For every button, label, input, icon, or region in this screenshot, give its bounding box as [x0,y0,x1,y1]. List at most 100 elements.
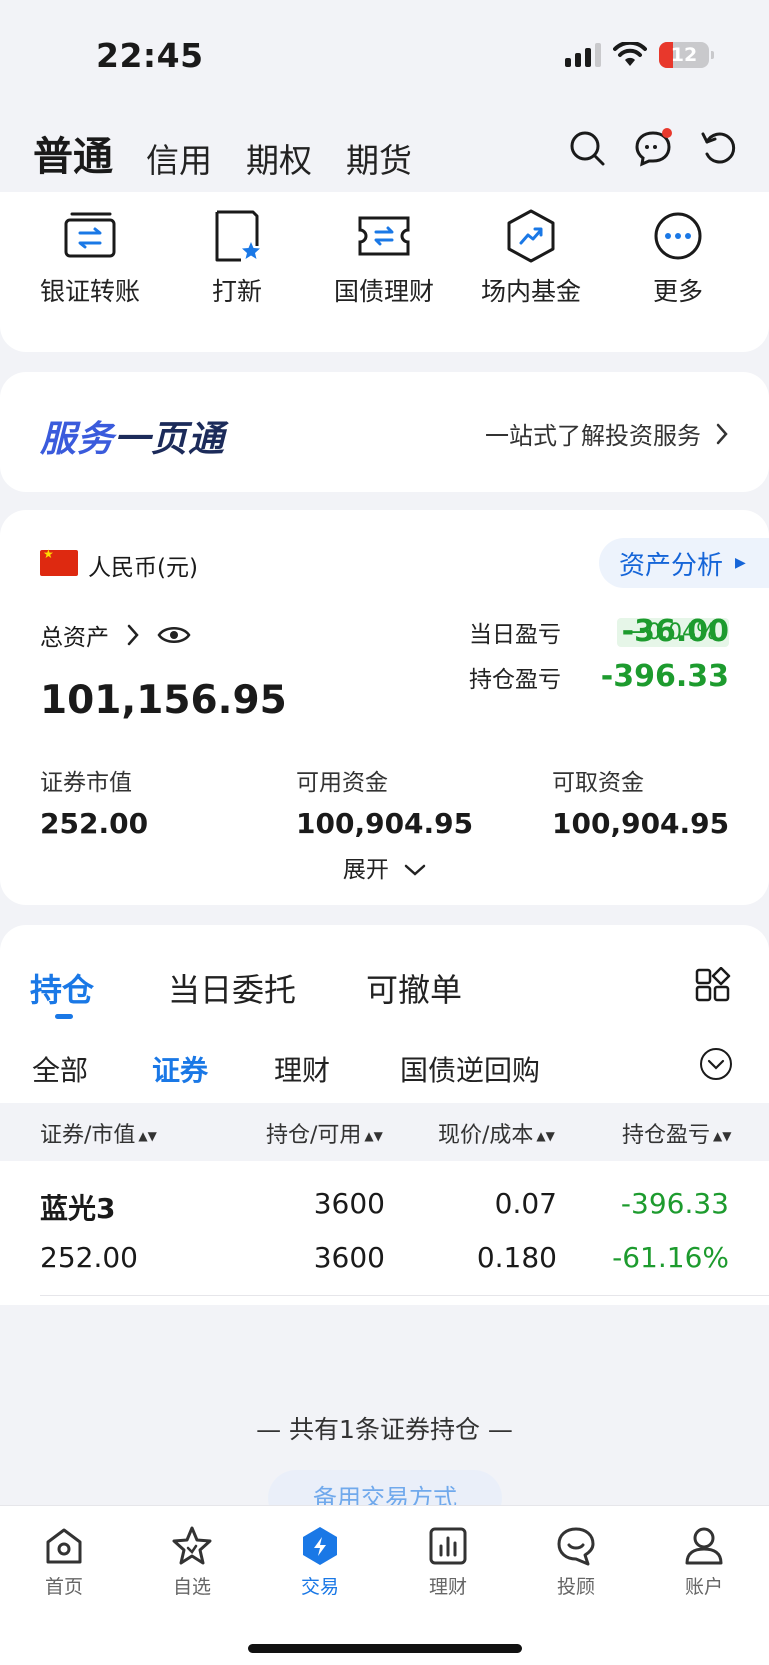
quick-action-fund[interactable]: 场内基金 [457,206,605,308]
quick-action-label: 更多 [652,277,703,306]
total-assets-label[interactable]: 总资产 [40,618,191,652]
position-qty: 3600 [313,1187,385,1220]
home-icon [46,1528,82,1564]
china-flag-icon [40,547,78,576]
advisor-icon [557,1527,595,1566]
sort-icon: ▲▼ [364,1129,383,1143]
quick-action-ipo[interactable]: 打新 [163,206,311,308]
available-funds-stat: 可用资金 100,904.95 [296,763,473,840]
service-title: 服务一页通 [40,410,225,462]
tab-today-orders[interactable]: 当日委托 [168,965,296,1011]
chart-icon [429,1527,467,1565]
filter-all[interactable]: 全部 [32,1049,88,1089]
column-position[interactable]: 持仓/可用 ▲▼ [266,1117,383,1149]
withdrawable-funds-stat: 可取资金 100,904.95 [552,763,729,840]
chevron-right-icon [716,423,728,444]
available-funds-label: 可用资金 [296,770,388,796]
quick-action-label: 打新 [211,277,262,306]
hold-pl-value: -396.33 [600,659,729,694]
withdrawable-funds-value: 100,904.95 [552,807,730,840]
status-bar: 22:45 12 [0,0,769,110]
quick-action-more[interactable]: 更多 [604,206,752,308]
quick-action-transfer[interactable]: 银证转账 [16,206,164,308]
tabbar-label: 账户 [684,1576,723,1598]
chevron-right-icon [127,624,139,646]
tab-options[interactable]: 期权 [246,134,312,182]
quick-actions: 银证转账 打新 国债理财 场内基金 更多 [0,192,769,352]
column-label: 证券/市值 [40,1123,136,1148]
home-indicator [248,1644,522,1653]
search-icon[interactable] [567,128,607,168]
tab-cancelable[interactable]: 可撤单 [366,965,462,1011]
message-icon[interactable] [633,128,673,168]
row-divider [40,1295,769,1296]
holdings-table-header: 证券/市值 ▲▼ 持仓/可用 ▲▼ 现价/成本 ▲▼ 持仓盈亏 ▲▼ [0,1103,769,1161]
active-tab-indicator [55,1014,73,1019]
market-value-stat: 证券市值 252.00 [40,763,148,840]
tab-futures[interactable]: 期货 [346,134,412,182]
current-price: 0.07 [494,1187,557,1220]
hold-pl-label: 持仓盈亏 [469,666,561,693]
refresh-icon[interactable] [699,128,739,168]
tabbar-label: 交易 [300,1576,339,1598]
tab-normal[interactable]: 普通 [33,124,113,182]
service-title-a: 服务 [40,419,115,460]
column-security[interactable]: 证券/市值 ▲▼ [40,1117,157,1149]
filter-reverse-repo[interactable]: 国债逆回购 [400,1049,540,1089]
expand-button[interactable]: 展开 [0,850,769,884]
quick-action-label: 银证转账 [39,277,140,306]
battery-icon: 12 [659,42,714,68]
filter-securities[interactable]: 证券 [152,1049,208,1089]
tabbar-advisor[interactable]: 投顾 [512,1524,640,1599]
service-banner[interactable]: 服务一页通 一站式了解投资服务 [0,372,769,492]
account-type-tabs: 普通 信用 期权 期货 [0,118,769,188]
withdrawable-funds-label: 可取资金 [552,770,644,796]
tabbar-home[interactable]: 首页 [0,1524,128,1599]
tabbar-label: 自选 [172,1576,211,1598]
sort-icon: ▲▼ [536,1129,555,1143]
currency-label: 人民币(元) [88,555,198,581]
trade-icon [303,1527,337,1565]
chevron-down-icon [404,864,426,876]
battery-level: 12 [670,44,698,66]
market-value-label: 证券市值 [40,770,132,796]
chevron-down-circle-icon[interactable] [699,1047,733,1081]
filter-wealth[interactable]: 理财 [274,1049,330,1089]
tabbar-watchlist[interactable]: 自选 [128,1524,256,1599]
transfer-icon [64,212,116,258]
asset-analysis-label: 资产分析 [619,550,724,581]
asset-analysis-button[interactable]: 资产分析 ▶ [599,538,769,588]
tab-credit[interactable]: 信用 [146,134,212,182]
sort-icon: ▲▼ [138,1129,157,1143]
column-label: 现价/成本 [438,1123,534,1148]
tabbar-wealth[interactable]: 理财 [384,1524,512,1599]
cost-price: 0.180 [476,1241,557,1274]
column-label: 持仓盈亏 [622,1123,711,1148]
daily-pl-value: -36.00 [621,614,729,649]
service-title-b: 一页通 [114,419,226,460]
tabbar-trade[interactable]: 交易 [256,1524,384,1599]
security-value: 252.00 [40,1241,138,1274]
ipo-icon [215,210,260,262]
user-icon [685,1527,723,1565]
tab-holdings[interactable]: 持仓 [30,965,94,1011]
daily-pl-label: 当日盈亏 [469,621,561,648]
holdings-count-note: — 共有1条证券持仓 — [256,1415,513,1444]
total-assets-text: 总资产 [40,625,109,651]
column-price[interactable]: 现价/成本 ▲▼ [438,1117,555,1149]
quick-action-label: 国债理财 [333,277,434,306]
position-pl-pct: -61.16% [612,1241,729,1274]
eye-icon[interactable] [157,624,191,646]
position-pl: -396.33 [620,1187,729,1220]
available-qty: 3600 [313,1241,385,1274]
total-assets-value: 101,156.95 [40,678,287,723]
column-pl[interactable]: 持仓盈亏 ▲▼ [622,1117,731,1149]
sort-icon: ▲▼ [713,1129,732,1143]
grid-icon[interactable] [695,967,731,1003]
tabbar-account[interactable]: 账户 [640,1524,768,1599]
nav-icons [567,128,739,168]
service-link[interactable]: 一站式了解投资服务 [485,416,729,451]
quick-action-bond[interactable]: 国债理财 [310,206,458,308]
bottom-tab-bar: 首页 自选 交易 理财 投顾 账户 [0,1505,769,1665]
quick-action-label: 场内基金 [480,277,581,306]
